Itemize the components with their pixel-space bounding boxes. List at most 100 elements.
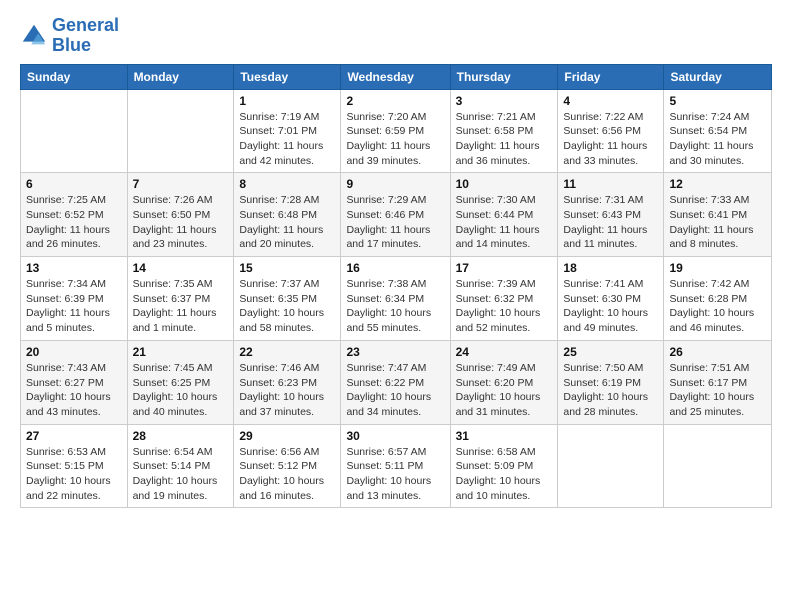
day-detail: Sunrise: 7:38 AM Sunset: 6:34 PM Dayligh… xyxy=(346,277,444,336)
day-number: 7 xyxy=(133,177,229,191)
calendar-header-row: SundayMondayTuesdayWednesdayThursdayFrid… xyxy=(21,64,772,89)
calendar-cell: 25 Sunrise: 7:50 AM Sunset: 6:19 PM Dayli… xyxy=(558,340,664,424)
day-detail: Sunrise: 7:31 AM Sunset: 6:43 PM Dayligh… xyxy=(563,193,658,252)
day-detail: Sunrise: 7:43 AM Sunset: 6:27 PM Dayligh… xyxy=(26,361,122,420)
calendar-header-tuesday: Tuesday xyxy=(234,64,341,89)
day-detail: Sunrise: 7:25 AM Sunset: 6:52 PM Dayligh… xyxy=(26,193,122,252)
calendar-cell: 17 Sunrise: 7:39 AM Sunset: 6:32 PM Dayli… xyxy=(450,257,558,341)
day-detail: Sunrise: 7:47 AM Sunset: 6:22 PM Dayligh… xyxy=(346,361,444,420)
calendar-cell: 1 Sunrise: 7:19 AM Sunset: 7:01 PM Daylig… xyxy=(234,89,341,173)
calendar-week-4: 20 Sunrise: 7:43 AM Sunset: 6:27 PM Dayli… xyxy=(21,340,772,424)
day-number: 29 xyxy=(239,429,335,443)
day-number: 25 xyxy=(563,345,658,359)
day-detail: Sunrise: 7:26 AM Sunset: 6:50 PM Dayligh… xyxy=(133,193,229,252)
day-number: 12 xyxy=(669,177,766,191)
day-number: 9 xyxy=(346,177,444,191)
day-number: 15 xyxy=(239,261,335,275)
calendar-cell: 16 Sunrise: 7:38 AM Sunset: 6:34 PM Dayli… xyxy=(341,257,450,341)
day-detail: Sunrise: 7:46 AM Sunset: 6:23 PM Dayligh… xyxy=(239,361,335,420)
logo-icon xyxy=(20,22,48,50)
calendar-week-2: 6 Sunrise: 7:25 AM Sunset: 6:52 PM Daylig… xyxy=(21,173,772,257)
logo-text: General Blue xyxy=(52,16,119,56)
day-number: 2 xyxy=(346,94,444,108)
page: General Blue SundayMondayTuesdayWednesda… xyxy=(0,0,792,612)
day-number: 28 xyxy=(133,429,229,443)
day-detail: Sunrise: 6:56 AM Sunset: 5:12 PM Dayligh… xyxy=(239,445,335,504)
day-number: 14 xyxy=(133,261,229,275)
day-number: 10 xyxy=(456,177,553,191)
calendar-week-3: 13 Sunrise: 7:34 AM Sunset: 6:39 PM Dayli… xyxy=(21,257,772,341)
calendar-cell: 27Sunrise: 6:53 AM Sunset: 5:15 PM Dayli… xyxy=(21,424,128,508)
day-detail: Sunrise: 7:20 AM Sunset: 6:59 PM Dayligh… xyxy=(346,110,444,169)
calendar-week-1: 1 Sunrise: 7:19 AM Sunset: 7:01 PM Daylig… xyxy=(21,89,772,173)
day-number: 20 xyxy=(26,345,122,359)
calendar-cell: 26 Sunrise: 7:51 AM Sunset: 6:17 PM Dayli… xyxy=(664,340,772,424)
day-detail: Sunrise: 7:22 AM Sunset: 6:56 PM Dayligh… xyxy=(563,110,658,169)
calendar-cell: 12 Sunrise: 7:33 AM Sunset: 6:41 PM Dayli… xyxy=(664,173,772,257)
day-number: 27 xyxy=(26,429,122,443)
day-detail: Sunrise: 6:54 AM Sunset: 5:14 PM Dayligh… xyxy=(133,445,229,504)
calendar-cell: 15Sunrise: 7:37 AM Sunset: 6:35 PM Dayli… xyxy=(234,257,341,341)
calendar-cell: 31Sunrise: 6:58 AM Sunset: 5:09 PM Dayli… xyxy=(450,424,558,508)
calendar-header-friday: Friday xyxy=(558,64,664,89)
day-number: 19 xyxy=(669,261,766,275)
calendar-cell: 29 Sunrise: 6:56 AM Sunset: 5:12 PM Dayli… xyxy=(234,424,341,508)
day-number: 4 xyxy=(563,94,658,108)
logo: General Blue xyxy=(20,16,119,56)
day-number: 26 xyxy=(669,345,766,359)
calendar-cell: 23 Sunrise: 7:47 AM Sunset: 6:22 PM Dayli… xyxy=(341,340,450,424)
day-detail: Sunrise: 7:41 AM Sunset: 6:30 PM Dayligh… xyxy=(563,277,658,336)
calendar-header-sunday: Sunday xyxy=(21,64,128,89)
day-number: 17 xyxy=(456,261,553,275)
day-detail: Sunrise: 7:24 AM Sunset: 6:54 PM Dayligh… xyxy=(669,110,766,169)
calendar-cell: 6 Sunrise: 7:25 AM Sunset: 6:52 PM Daylig… xyxy=(21,173,128,257)
calendar-cell: 3 Sunrise: 7:21 AM Sunset: 6:58 PM Daylig… xyxy=(450,89,558,173)
day-detail: Sunrise: 7:39 AM Sunset: 6:32 PM Dayligh… xyxy=(456,277,553,336)
day-number: 22 xyxy=(239,345,335,359)
day-number: 24 xyxy=(456,345,553,359)
day-number: 1 xyxy=(239,94,335,108)
day-number: 3 xyxy=(456,94,553,108)
day-number: 6 xyxy=(26,177,122,191)
calendar-week-5: 27Sunrise: 6:53 AM Sunset: 5:15 PM Dayli… xyxy=(21,424,772,508)
day-number: 8 xyxy=(239,177,335,191)
day-number: 30 xyxy=(346,429,444,443)
day-detail: Sunrise: 7:51 AM Sunset: 6:17 PM Dayligh… xyxy=(669,361,766,420)
calendar-cell: 4 Sunrise: 7:22 AM Sunset: 6:56 PM Daylig… xyxy=(558,89,664,173)
day-number: 16 xyxy=(346,261,444,275)
day-number: 21 xyxy=(133,345,229,359)
day-number: 13 xyxy=(26,261,122,275)
day-number: 18 xyxy=(563,261,658,275)
calendar-cell: 7 Sunrise: 7:26 AM Sunset: 6:50 PM Daylig… xyxy=(127,173,234,257)
day-detail: Sunrise: 7:19 AM Sunset: 7:01 PM Dayligh… xyxy=(239,110,335,169)
calendar-table: SundayMondayTuesdayWednesdayThursdayFrid… xyxy=(20,64,772,509)
day-number: 11 xyxy=(563,177,658,191)
day-detail: Sunrise: 7:34 AM Sunset: 6:39 PM Dayligh… xyxy=(26,277,122,336)
day-detail: Sunrise: 7:33 AM Sunset: 6:41 PM Dayligh… xyxy=(669,193,766,252)
calendar-cell: 9 Sunrise: 7:29 AM Sunset: 6:46 PM Daylig… xyxy=(341,173,450,257)
calendar-cell: 24 Sunrise: 7:49 AM Sunset: 6:20 PM Dayli… xyxy=(450,340,558,424)
calendar-header-monday: Monday xyxy=(127,64,234,89)
calendar-cell: 8Sunrise: 7:28 AM Sunset: 6:48 PM Daylig… xyxy=(234,173,341,257)
calendar-cell: 20 Sunrise: 7:43 AM Sunset: 6:27 PM Dayli… xyxy=(21,340,128,424)
day-detail: Sunrise: 7:49 AM Sunset: 6:20 PM Dayligh… xyxy=(456,361,553,420)
calendar-cell: 19 Sunrise: 7:42 AM Sunset: 6:28 PM Dayli… xyxy=(664,257,772,341)
day-detail: Sunrise: 7:29 AM Sunset: 6:46 PM Dayligh… xyxy=(346,193,444,252)
day-number: 31 xyxy=(456,429,553,443)
day-detail: Sunrise: 7:30 AM Sunset: 6:44 PM Dayligh… xyxy=(456,193,553,252)
calendar-cell xyxy=(558,424,664,508)
day-detail: Sunrise: 7:21 AM Sunset: 6:58 PM Dayligh… xyxy=(456,110,553,169)
calendar-cell: 10 Sunrise: 7:30 AM Sunset: 6:44 PM Dayli… xyxy=(450,173,558,257)
calendar-cell: 14Sunrise: 7:35 AM Sunset: 6:37 PM Dayli… xyxy=(127,257,234,341)
day-detail: Sunrise: 7:45 AM Sunset: 6:25 PM Dayligh… xyxy=(133,361,229,420)
day-detail: Sunrise: 7:50 AM Sunset: 6:19 PM Dayligh… xyxy=(563,361,658,420)
calendar-cell xyxy=(127,89,234,173)
header: General Blue xyxy=(20,16,772,56)
day-detail: Sunrise: 7:42 AM Sunset: 6:28 PM Dayligh… xyxy=(669,277,766,336)
calendar-header-saturday: Saturday xyxy=(664,64,772,89)
day-detail: Sunrise: 6:57 AM Sunset: 5:11 PM Dayligh… xyxy=(346,445,444,504)
calendar-cell: 5Sunrise: 7:24 AM Sunset: 6:54 PM Daylig… xyxy=(664,89,772,173)
calendar-cell: 18 Sunrise: 7:41 AM Sunset: 6:30 PM Dayli… xyxy=(558,257,664,341)
day-number: 23 xyxy=(346,345,444,359)
calendar-cell: 11 Sunrise: 7:31 AM Sunset: 6:43 PM Dayli… xyxy=(558,173,664,257)
